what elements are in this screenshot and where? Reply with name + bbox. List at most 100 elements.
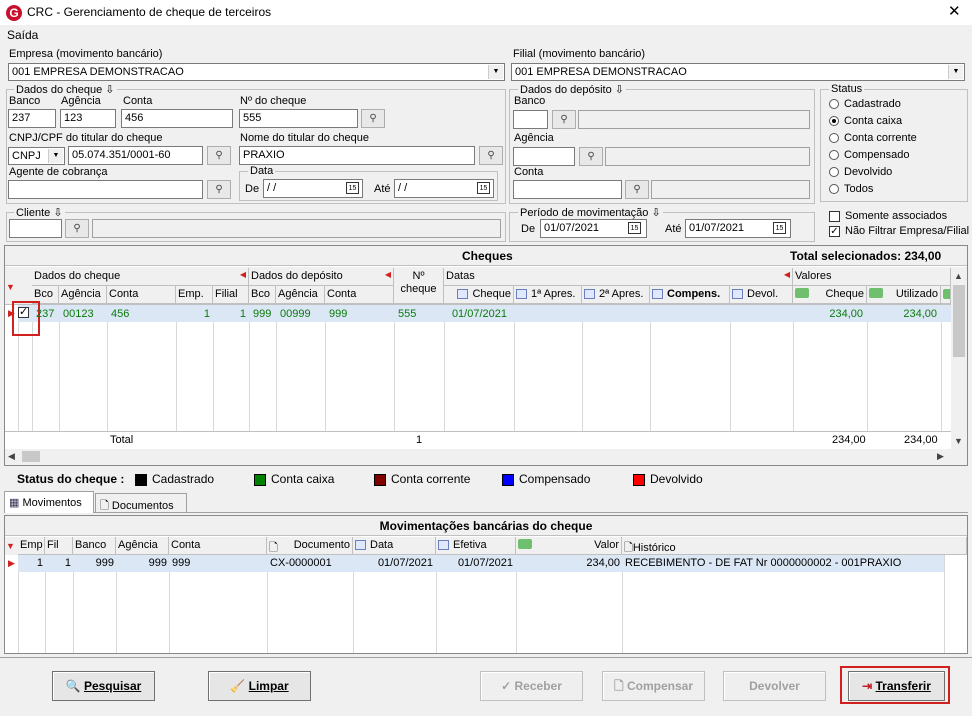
dep-agencia-input[interactable]: [513, 147, 575, 166]
col-mov-agencia[interactable]: Agência: [116, 537, 169, 555]
sort-down-icon[interactable]: ▼: [6, 541, 15, 551]
binoculars-icon[interactable]: ⚲: [361, 109, 385, 128]
col-mov-banco[interactable]: Banco: [73, 537, 116, 555]
money-icon: [795, 288, 809, 298]
col-emp[interactable]: Emp.: [176, 286, 213, 304]
col-mov-data[interactable]: Data: [353, 537, 436, 555]
agente-label: Agente de cobrança: [9, 166, 108, 178]
col-mov-conta[interactable]: Conta: [169, 537, 267, 555]
col-data-cheque[interactable]: Cheque: [444, 286, 514, 304]
calendar-icon[interactable]: 15: [628, 222, 641, 234]
col-dep-agencia[interactable]: Agência: [276, 286, 325, 304]
col-apres1[interactable]: 1ª Apres.: [514, 286, 582, 304]
horizontal-scrollbar[interactable]: [5, 449, 967, 465]
nome-input[interactable]: PRAXIO: [239, 146, 475, 165]
data-title: Data: [248, 165, 276, 177]
status-radio-cadastrado[interactable]: Cadastrado: [829, 98, 917, 115]
calendar-icon: [652, 289, 663, 300]
scroll-right-icon[interactable]: ▶: [937, 451, 944, 462]
col-compens[interactable]: Compens.: [650, 286, 730, 304]
num-cheque-input[interactable]: 555: [239, 109, 358, 128]
group-dados-cheque: Dados do cheque ◀: [32, 268, 249, 286]
conta-label: Conta: [123, 95, 153, 107]
col-mov-emp[interactable]: Emp: [18, 537, 45, 555]
status-radio-compensado[interactable]: Compensado: [829, 149, 917, 166]
dep-banco-input[interactable]: [513, 110, 548, 129]
cnpj-input[interactable]: 05.074.351/0001-60: [68, 146, 203, 165]
compensar-button[interactable]: 🗋 Compensar: [602, 671, 705, 701]
calendar-icon[interactable]: 15: [477, 182, 490, 194]
col-mov-fil[interactable]: Fil: [45, 537, 73, 555]
status-radio-devolvido[interactable]: Devolvido: [829, 166, 917, 183]
binoculars-icon[interactable]: ⚲: [552, 110, 576, 129]
calendar-icon: [438, 540, 449, 551]
status-radio-todos[interactable]: Todos: [829, 183, 917, 200]
banco-input[interactable]: 237: [8, 109, 56, 128]
binoculars-icon[interactable]: ⚲: [625, 180, 649, 199]
binoculars-icon[interactable]: ⚲: [207, 146, 231, 165]
col-agencia[interactable]: Agência: [59, 286, 107, 304]
dep-conta-label: Conta: [514, 166, 544, 178]
calendar-icon[interactable]: 15: [346, 182, 359, 194]
limpar-button[interactable]: 🧹 Limpar: [208, 671, 311, 701]
collapse-arrow-icon[interactable]: ◀: [385, 270, 391, 279]
col-num-cheque[interactable]: Nº cheque: [394, 268, 444, 304]
agente-input[interactable]: [8, 180, 203, 199]
col-conta[interactable]: Conta: [107, 286, 176, 304]
somente-associados-checkbox[interactable]: Somente associados: [829, 210, 947, 222]
chevron-down-icon[interactable]: ▼: [488, 65, 503, 79]
cnpj-label: CNPJ/CPF do titular do cheque: [9, 132, 163, 144]
col-devol[interactable]: Devol.: [730, 286, 793, 304]
status-legend: Status do cheque : Cadastrado Conta caixa C…: [17, 472, 703, 486]
col-apres2[interactable]: 2ª Apres.: [582, 286, 650, 304]
sort-down-icon[interactable]: ▼: [6, 282, 15, 292]
tab-documentos[interactable]: 🗋 Documentos: [95, 493, 187, 512]
chevron-down-icon[interactable]: ▼: [948, 65, 963, 79]
col-filial[interactable]: Filial: [213, 286, 249, 304]
agencia-input[interactable]: 123: [60, 109, 116, 128]
col-dep-conta[interactable]: Conta: [325, 286, 394, 304]
hscroll-thumb[interactable]: [22, 451, 40, 462]
scroll-down-icon[interactable]: ▼: [954, 436, 963, 446]
empresa-select[interactable]: 001 EMPRESA DEMONSTRACAO ▼: [8, 63, 505, 81]
scroll-thumb[interactable]: [953, 285, 965, 357]
status-radio-conta-corrente[interactable]: Conta corrente: [829, 132, 917, 149]
pesquisar-button[interactable]: 🔍 Pesquisar: [52, 671, 155, 701]
conta-input[interactable]: 456: [121, 109, 233, 128]
col-mov-documento[interactable]: 🗋 Documento: [267, 537, 353, 555]
footer-utilizado: 234,00: [904, 434, 938, 446]
cliente-name: [92, 219, 501, 238]
status-radio-conta-caixa[interactable]: Conta caixa: [829, 115, 917, 132]
binoculars-icon[interactable]: ⚲: [207, 180, 231, 199]
calendar-icon[interactable]: 15: [773, 222, 786, 234]
scroll-left-icon[interactable]: ◀: [8, 451, 15, 462]
chevron-down-icon[interactable]: ▼: [48, 149, 63, 163]
dep-conta-input[interactable]: [513, 180, 622, 199]
receber-button[interactable]: ✓ Receber: [480, 671, 583, 701]
col-mov-valor[interactable]: Valor: [516, 537, 622, 555]
menu-saida[interactable]: Saída: [7, 28, 38, 42]
binoculars-icon[interactable]: ⚲: [579, 147, 603, 166]
collapse-arrow-icon[interactable]: ◀: [240, 270, 246, 279]
binoculars-icon[interactable]: ⚲: [479, 146, 503, 165]
col-mov-historico[interactable]: 🗋Histórico: [622, 537, 967, 555]
scroll-up-icon[interactable]: ▲: [954, 271, 963, 281]
radio-icon: [829, 99, 839, 110]
mov-cell-data: 01/07/2021: [377, 557, 433, 569]
nao-filtrar-checkbox[interactable]: ✓ Não Filtrar Empresa/Filial: [829, 225, 969, 237]
devolver-button[interactable]: Devolver: [723, 671, 826, 701]
col-dep-bco[interactable]: Bco: [249, 286, 276, 304]
filial-select[interactable]: 001 EMPRESA DEMONSTRACAO ▼: [511, 63, 965, 81]
tab-movimentos[interactable]: ▦ Movimentos: [4, 491, 94, 513]
cnpj-type-select[interactable]: CNPJ ▼: [8, 147, 65, 165]
cliente-input[interactable]: [9, 219, 62, 238]
col-valor-cheque[interactable]: Cheque: [793, 286, 867, 304]
cell-filial: 1: [239, 308, 246, 320]
col-utilizado[interactable]: Utilizado: [867, 286, 941, 304]
close-icon[interactable]: ✕: [948, 2, 961, 20]
cheques-title: Cheques: [462, 249, 513, 263]
window-title: CRC - Gerenciamento de cheque de terceir…: [27, 5, 272, 19]
collapse-arrow-icon[interactable]: ◀: [784, 270, 790, 279]
binoculars-icon[interactable]: ⚲: [65, 219, 89, 238]
col-mov-efetiva[interactable]: Efetiva: [436, 537, 516, 555]
